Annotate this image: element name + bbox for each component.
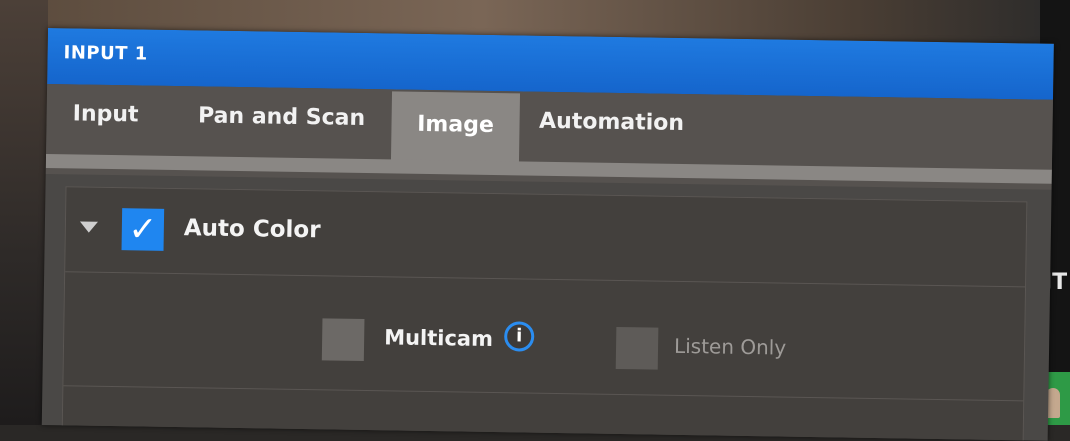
background-left-edge: [0, 0, 48, 425]
checkmark-icon: ✓: [128, 209, 158, 250]
input-settings-window: INPUT 1 Input Pan and Scan Image Automat…: [41, 28, 1054, 441]
image-settings-panel: ✓ Auto Color Multicam i Listen Only: [61, 186, 1028, 441]
info-icon[interactable]: i: [503, 321, 535, 352]
tab-automation[interactable]: Automation: [536, 92, 687, 168]
collapse-triangle-icon[interactable]: [79, 221, 98, 233]
multicam-checkbox[interactable]: [321, 318, 365, 362]
multicam-label: Multicam: [383, 325, 494, 352]
listen-only-label: Listen Only: [673, 333, 787, 360]
auto-color-label: Auto Color: [183, 215, 321, 244]
auto-color-checkbox[interactable]: ✓: [121, 208, 165, 251]
tab-input[interactable]: Input: [60, 84, 151, 159]
auto-color-section-header: ✓ Auto Color: [65, 187, 1027, 288]
tab-image[interactable]: Image: [390, 91, 521, 168]
audio-options-row: Multicam i Listen Only: [63, 272, 1025, 397]
listen-only-checkbox[interactable]: [615, 326, 659, 370]
tab-bar: Input Pan and Scan Image Automation: [45, 83, 1053, 190]
tab-pan-and-scan[interactable]: Pan and Scan: [186, 86, 377, 163]
window-title: INPUT 1: [63, 42, 148, 65]
